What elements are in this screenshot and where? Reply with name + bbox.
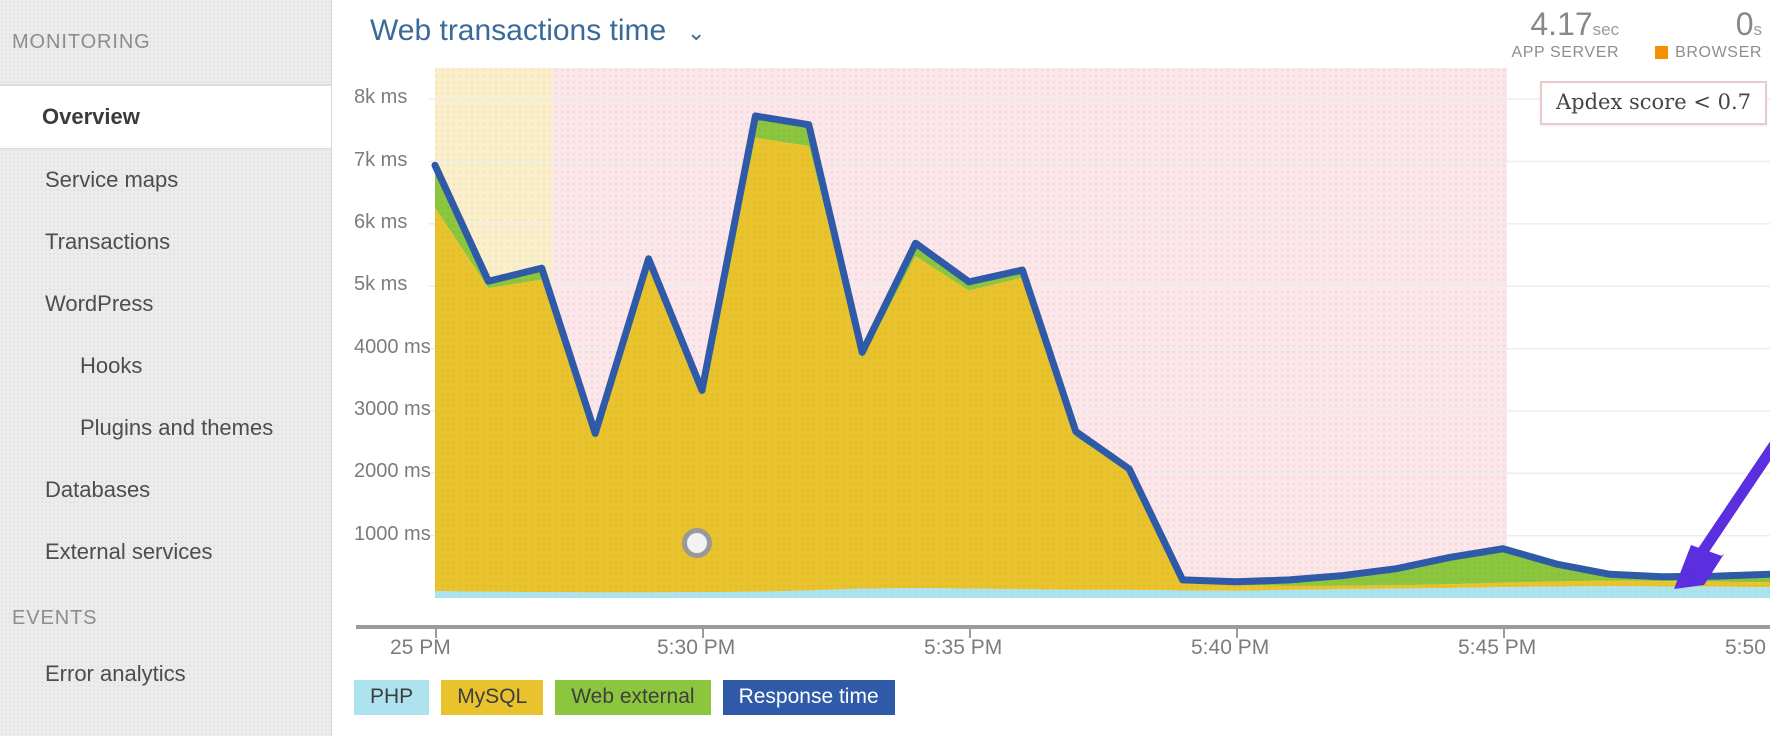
x-axis-tick	[702, 629, 704, 638]
chart-svg	[429, 68, 1770, 598]
x-axis-tick-label: 5:35 PM	[924, 636, 1003, 659]
metric-value-unit: sec	[1592, 20, 1620, 39]
x-axis-tick-label: 5:40 PM	[1191, 636, 1270, 659]
sidebar-item-service-maps[interactable]: Service maps	[0, 149, 331, 211]
metric-app-server: 4.17sec APP SERVER	[1511, 6, 1620, 62]
chart-title[interactable]: Web transactions time	[370, 14, 666, 48]
app-root: MONITORING Overview Service maps Transac…	[0, 0, 1770, 736]
apdex-score-tooltip: Apdex score < 0.7	[1540, 81, 1767, 125]
browser-color-swatch	[1655, 46, 1669, 60]
metric-app-server-label: APP SERVER	[1511, 44, 1619, 62]
metric-browser-label: BROWSER	[1655, 44, 1762, 62]
legend-item-label: MySQL	[457, 685, 528, 708]
chart-legend: PHP MySQL Web external Response time	[354, 680, 895, 715]
main-panel: Web transactions time ⌄ 4.17sec APP SERV…	[332, 0, 1770, 736]
x-axis-tick	[1503, 629, 1505, 638]
web-transactions-time-chart[interactable]	[332, 68, 1770, 598]
sidebar-item-overview[interactable]: Overview	[0, 85, 331, 149]
metric-label-text: APP SERVER	[1511, 43, 1620, 61]
sidebar-section-title-events: EVENTS	[12, 606, 98, 629]
x-axis-tick	[969, 629, 971, 638]
legend-item-web-external[interactable]: Web external	[555, 680, 711, 715]
sidebar-item-label: WordPress	[45, 291, 154, 316]
metric-browser: 0s BROWSER	[1655, 6, 1763, 62]
legend-item-label: PHP	[370, 685, 414, 708]
sidebar-item-label: Error analytics	[45, 661, 186, 686]
legend-item-label: Web external	[571, 685, 695, 708]
metric-value-number: 4.17	[1530, 6, 1593, 42]
sidebar-section-title-monitoring: MONITORING	[12, 30, 151, 53]
sidebar-item-label: Hooks	[80, 353, 143, 378]
sidebar-item-error-analytics[interactable]: Error analytics	[0, 643, 331, 705]
legend-item-label: Response time	[738, 685, 879, 708]
sidebar-item-wordpress[interactable]: WordPress	[0, 273, 331, 335]
x-axis-tick-label: 25 PM	[390, 636, 451, 659]
metric-browser-value: 0s	[1655, 6, 1763, 42]
sidebar-item-label: Plugins and themes	[80, 415, 274, 440]
x-axis-tick-label: 5:30 PM	[657, 636, 736, 659]
sidebar-section-events: EVENTS Error analytics	[0, 583, 331, 705]
chart-header: Web transactions time ⌄ 4.17sec APP SERV…	[332, 0, 1770, 76]
legend-item-response-time[interactable]: Response time	[722, 680, 895, 715]
legend-item-php[interactable]: PHP	[354, 680, 430, 715]
sidebar: MONITORING Overview Service maps Transac…	[0, 0, 332, 736]
legend-item-mysql[interactable]: MySQL	[441, 680, 544, 715]
sidebar-item-label: Overview	[42, 104, 140, 129]
x-axis-tick-label: 5:50 PM	[1725, 636, 1770, 659]
sidebar-item-label: Databases	[45, 477, 151, 502]
metric-value-number: 0	[1735, 6, 1754, 42]
metric-value-unit: s	[1753, 20, 1763, 39]
metric-label-text: BROWSER	[1675, 43, 1762, 61]
sidebar-item-label: External services	[45, 539, 213, 564]
sidebar-item-databases[interactable]: Databases	[0, 459, 331, 521]
x-axis-tick-label: 5:45 PM	[1458, 636, 1537, 659]
chevron-down-icon[interactable]: ⌄	[687, 22, 705, 44]
time-range-scrubber-handle[interactable]	[682, 528, 712, 558]
sidebar-item-transactions[interactable]: Transactions	[0, 211, 331, 273]
sidebar-item-plugins-and-themes[interactable]: Plugins and themes	[0, 397, 331, 459]
sidebar-item-label: Transactions	[45, 229, 171, 254]
sidebar-section-monitoring: MONITORING Overview Service maps Transac…	[0, 0, 331, 583]
x-axis-tick	[435, 629, 437, 638]
x-axis-tick	[1236, 629, 1238, 638]
sidebar-item-hooks[interactable]: Hooks	[0, 335, 331, 397]
metric-app-server-value: 4.17sec	[1511, 6, 1620, 42]
sidebar-item-external-services[interactable]: External services	[0, 521, 331, 583]
sidebar-item-label: Service maps	[45, 167, 179, 192]
header-metrics: 4.17sec APP SERVER 0s BROWSER	[1511, 6, 1763, 62]
x-axis-line	[356, 625, 1770, 629]
